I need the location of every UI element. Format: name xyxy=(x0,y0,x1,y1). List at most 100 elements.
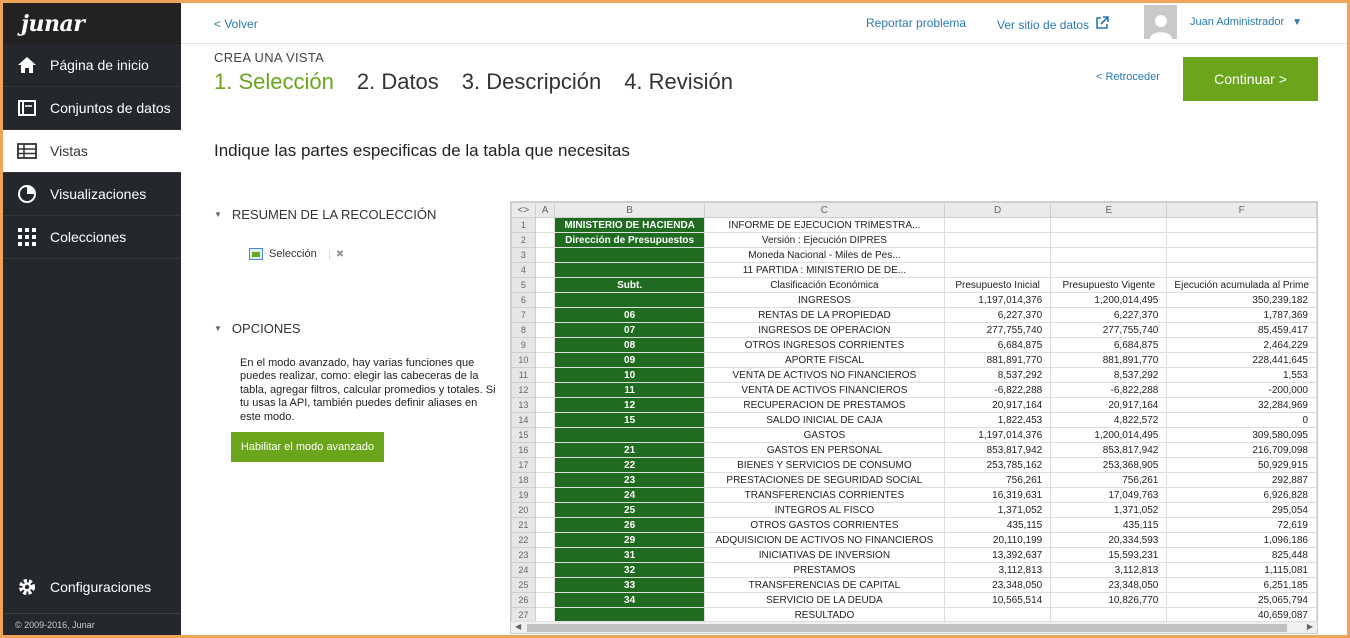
table-cell[interactable]: 13,392,637 xyxy=(943,547,1052,563)
table-cell[interactable]: 25,065,794 xyxy=(1166,592,1317,608)
table-cell[interactable]: 32,284,969 xyxy=(1166,397,1317,413)
table-row[interactable]: 20 25 INTEGROS AL FISCO 1,371,052 1,371,052 2… xyxy=(511,502,1317,518)
table-cell[interactable]: 23,348,050 xyxy=(1050,577,1168,593)
sidebar-item-visualizations[interactable]: Visualizaciones xyxy=(3,173,181,216)
table-row[interactable]: 7 06 RENTAS DE LA PROPIEDAD 6,227,370 6,227,… xyxy=(511,307,1317,323)
table-cell[interactable]: 20,334,593 xyxy=(1050,532,1168,548)
row-number[interactable]: 3 xyxy=(511,247,536,263)
table-cell[interactable]: 1,371,052 xyxy=(943,502,1052,518)
table-cell[interactable]: 24 xyxy=(554,487,705,503)
table-cell[interactable]: 17,049,763 xyxy=(1050,487,1168,503)
row-number[interactable]: 4 xyxy=(511,262,536,278)
row-number[interactable]: 5 xyxy=(511,277,536,293)
table-cell[interactable]: 253,368,905 xyxy=(1050,457,1168,473)
column-header[interactable]: E xyxy=(1050,202,1168,218)
sidebar-item-views[interactable]: Vistas xyxy=(3,130,181,173)
row-number[interactable]: 18 xyxy=(511,472,536,488)
table-cell[interactable]: 6,926,828 xyxy=(1166,487,1317,503)
table-cell[interactable] xyxy=(534,547,556,563)
table-cell[interactable]: 11 PARTIDA : MINISTERIO DE DE... xyxy=(703,262,946,278)
table-cell[interactable]: 10,826,770 xyxy=(1050,592,1168,608)
table-cell[interactable]: Clasificación Económica xyxy=(703,277,946,293)
row-number[interactable]: 11 xyxy=(511,367,536,383)
table-cell[interactable] xyxy=(534,382,556,398)
row-number[interactable]: 12 xyxy=(511,382,536,398)
table-cell[interactable]: TRANSFERENCIAS CORRIENTES xyxy=(703,487,946,503)
table-cell[interactable] xyxy=(554,292,705,308)
table-cell[interactable]: 11 xyxy=(554,382,705,398)
table-cell[interactable]: APORTE FISCAL xyxy=(703,352,946,368)
table-cell[interactable]: GASTOS xyxy=(703,427,946,443)
table-cell[interactable]: 1,096,186 xyxy=(1166,532,1317,548)
remove-selection-icon[interactable]: ✖ xyxy=(328,248,344,260)
table-cell[interactable]: Subt. xyxy=(554,277,705,293)
table-cell[interactable]: PRESTAMOS xyxy=(703,562,946,578)
table-row[interactable]: 9 08 OTROS INGRESOS CORRIENTES 6,684,875 6,6… xyxy=(511,337,1317,353)
table-cell[interactable]: 85,459,417 xyxy=(1166,322,1317,338)
table-cell[interactable] xyxy=(534,487,556,503)
table-cell[interactable] xyxy=(1166,262,1317,278)
table-cell[interactable]: 435,115 xyxy=(943,517,1052,533)
options-section-toggle[interactable]: ▼ OPCIONES xyxy=(214,321,301,336)
column-header[interactable]: C xyxy=(703,202,946,218)
table-cell[interactable] xyxy=(943,262,1052,278)
table-cell[interactable]: 20,917,164 xyxy=(943,397,1052,413)
table-cell[interactable]: -6,822,288 xyxy=(943,382,1052,398)
table-cell[interactable] xyxy=(534,442,556,458)
report-problem-link[interactable]: Reportar problema xyxy=(866,16,966,30)
junar-logo[interactable]: junar xyxy=(3,3,181,44)
scrollbar-thumb[interactable] xyxy=(527,624,1287,632)
table-cell[interactable]: OTROS GASTOS CORRIENTES xyxy=(703,517,946,533)
table-row[interactable]: 3 Moneda Nacional - Miles de Pes... xyxy=(511,247,1317,263)
table-cell[interactable]: 15 xyxy=(554,412,705,428)
table-cell[interactable]: Dirección de Presupuestos xyxy=(554,232,705,248)
corner-cell[interactable]: <> xyxy=(511,202,536,218)
row-number[interactable]: 24 xyxy=(511,562,536,578)
table-cell[interactable]: 3,112,813 xyxy=(1050,562,1168,578)
table-cell[interactable]: 277,755,740 xyxy=(1050,322,1168,338)
table-cell[interactable] xyxy=(534,427,556,443)
back-link[interactable]: < Volver xyxy=(214,17,258,31)
table-cell[interactable]: SALDO INICIAL DE CAJA xyxy=(703,412,946,428)
table-row[interactable]: 12 11 VENTA DE ACTIVOS FINANCIEROS -6,822,2… xyxy=(511,382,1317,398)
table-cell[interactable]: 825,448 xyxy=(1166,547,1317,563)
table-cell[interactable]: 25 xyxy=(554,502,705,518)
row-number[interactable]: 8 xyxy=(511,322,536,338)
row-number[interactable]: 22 xyxy=(511,532,536,548)
table-cell[interactable]: 295,054 xyxy=(1166,502,1317,518)
table-cell[interactable]: 228,441,645 xyxy=(1166,352,1317,368)
table-cell[interactable]: 853,817,942 xyxy=(1050,442,1168,458)
table-cell[interactable] xyxy=(534,307,556,323)
table-cell[interactable]: 881,891,770 xyxy=(943,352,1052,368)
table-cell[interactable] xyxy=(534,322,556,338)
table-cell[interactable] xyxy=(1050,232,1168,248)
table-cell[interactable]: Versión : Ejecución DIPRES xyxy=(703,232,946,248)
table-cell[interactable] xyxy=(554,427,705,443)
table-cell[interactable]: MINISTERIO DE HACIENDA xyxy=(554,217,705,233)
table-cell[interactable] xyxy=(534,217,556,233)
table-cell[interactable]: 853,817,942 xyxy=(943,442,1052,458)
table-cell[interactable] xyxy=(534,232,556,248)
table-cell[interactable]: 22 xyxy=(554,457,705,473)
table-cell[interactable]: 07 xyxy=(554,322,705,338)
table-cell[interactable] xyxy=(1050,262,1168,278)
table-cell[interactable]: 881,891,770 xyxy=(1050,352,1168,368)
table-row[interactable]: 5 Subt. Clasificación Económica Presupuesto… xyxy=(511,277,1317,293)
table-cell[interactable]: 08 xyxy=(554,337,705,353)
table-cell[interactable]: 16,319,631 xyxy=(943,487,1052,503)
table-cell[interactable]: 23,348,050 xyxy=(943,577,1052,593)
table-cell[interactable] xyxy=(534,337,556,353)
table-row[interactable]: 10 09 APORTE FISCAL 881,891,770 881,891,770 2… xyxy=(511,352,1317,368)
row-number[interactable]: 7 xyxy=(511,307,536,323)
column-header[interactable]: A xyxy=(534,202,556,218)
table-cell[interactable]: 33 xyxy=(554,577,705,593)
table-cell[interactable]: 31 xyxy=(554,547,705,563)
table-row[interactable]: 2 Dirección de Presupuestos Versión : Ejec… xyxy=(511,232,1317,248)
table-cell[interactable]: 10 xyxy=(554,367,705,383)
summary-section-toggle[interactable]: ▼ RESUMEN DE LA RECOLECCIÓN xyxy=(214,207,436,222)
table-cell[interactable] xyxy=(534,277,556,293)
table-cell[interactable]: 0 xyxy=(1166,412,1317,428)
table-cell[interactable] xyxy=(534,457,556,473)
table-cell[interactable]: 8,537,292 xyxy=(1050,367,1168,383)
horizontal-scrollbar[interactable]: ◀ ▶ xyxy=(511,621,1317,633)
